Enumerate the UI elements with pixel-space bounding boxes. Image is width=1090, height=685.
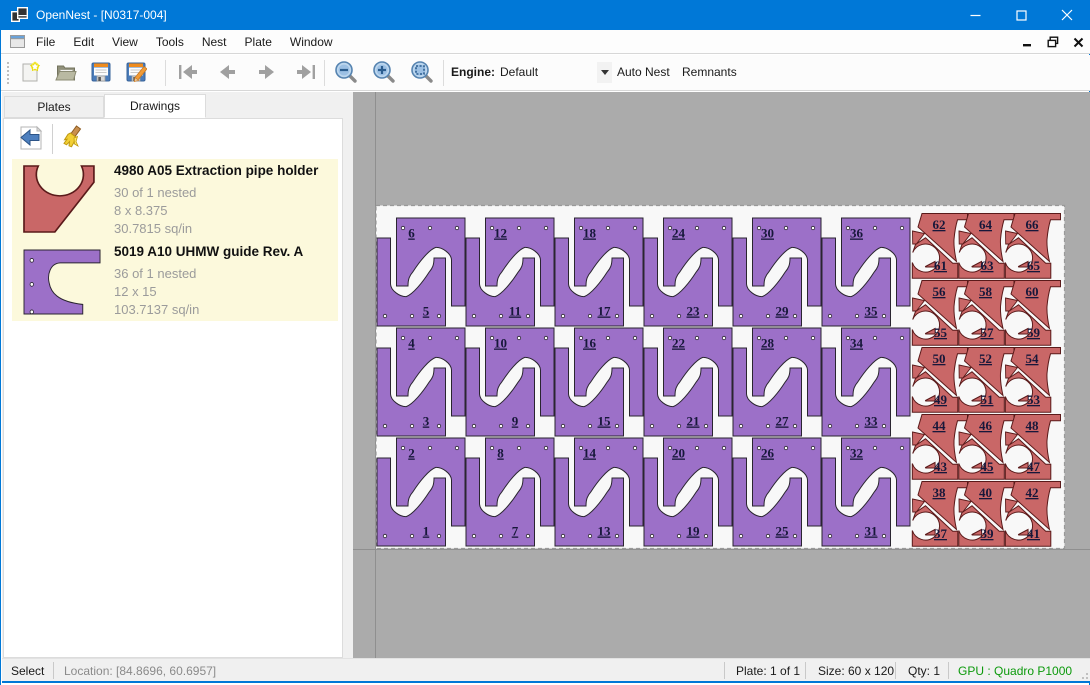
svg-text:63: 63 [981,258,995,273]
svg-text:2: 2 [408,446,415,461]
svg-text:61: 61 [934,258,947,273]
svg-text:36: 36 [850,226,864,241]
svg-text:41: 41 [1027,526,1040,541]
svg-text:40: 40 [979,485,992,500]
svg-text:15: 15 [598,414,612,429]
svg-text:18: 18 [583,226,597,241]
svg-text:29: 29 [776,304,790,319]
svg-text:37: 37 [934,526,948,541]
svg-text:24: 24 [672,226,686,241]
svg-text:11: 11 [509,304,521,319]
svg-text:3: 3 [423,414,430,429]
svg-text:57: 57 [981,325,995,340]
svg-text:20: 20 [672,446,685,461]
svg-text:22: 22 [672,336,685,351]
svg-text:44: 44 [933,418,947,433]
svg-text:51: 51 [981,392,994,407]
svg-text:12: 12 [494,226,507,241]
svg-text:54: 54 [1026,351,1040,366]
svg-text:64: 64 [979,217,993,232]
svg-text:1: 1 [423,524,430,539]
svg-text:6: 6 [408,226,415,241]
svg-text:28: 28 [761,336,775,351]
svg-text:58: 58 [979,284,993,299]
svg-text:52: 52 [979,351,992,366]
svg-text:49: 49 [934,392,948,407]
svg-text:10: 10 [494,336,507,351]
svg-text:43: 43 [934,459,948,474]
svg-text:21: 21 [687,414,700,429]
svg-text:55: 55 [934,325,948,340]
svg-text:14: 14 [583,446,597,461]
svg-text:9: 9 [512,414,519,429]
svg-text:19: 19 [687,524,701,539]
svg-text:66: 66 [1026,217,1040,232]
svg-text:47: 47 [1027,459,1041,474]
svg-text:32: 32 [850,446,863,461]
svg-text:34: 34 [850,336,864,351]
svg-text:30: 30 [761,226,774,241]
svg-text:56: 56 [933,284,947,299]
svg-text:48: 48 [1026,418,1040,433]
svg-text:33: 33 [865,414,879,429]
svg-text:31: 31 [865,524,878,539]
svg-text:23: 23 [687,304,701,319]
svg-text:25: 25 [776,524,790,539]
svg-text:53: 53 [1027,392,1041,407]
svg-text:8: 8 [497,446,504,461]
svg-text:62: 62 [933,217,946,232]
svg-text:16: 16 [583,336,597,351]
svg-text:42: 42 [1026,485,1039,500]
svg-text:17: 17 [598,304,612,319]
svg-text:26: 26 [761,446,775,461]
svg-text:60: 60 [1026,284,1039,299]
svg-text:4: 4 [408,336,415,351]
svg-text:27: 27 [776,414,790,429]
svg-text:50: 50 [933,351,946,366]
svg-text:46: 46 [979,418,993,433]
svg-text:13: 13 [598,524,612,539]
svg-text:39: 39 [981,526,995,541]
svg-text:35: 35 [865,304,879,319]
svg-text:7: 7 [512,524,519,539]
svg-text:5: 5 [423,304,430,319]
svg-text:45: 45 [981,459,995,474]
svg-text:65: 65 [1027,258,1041,273]
svg-text:38: 38 [933,485,947,500]
svg-text:59: 59 [1027,325,1041,340]
